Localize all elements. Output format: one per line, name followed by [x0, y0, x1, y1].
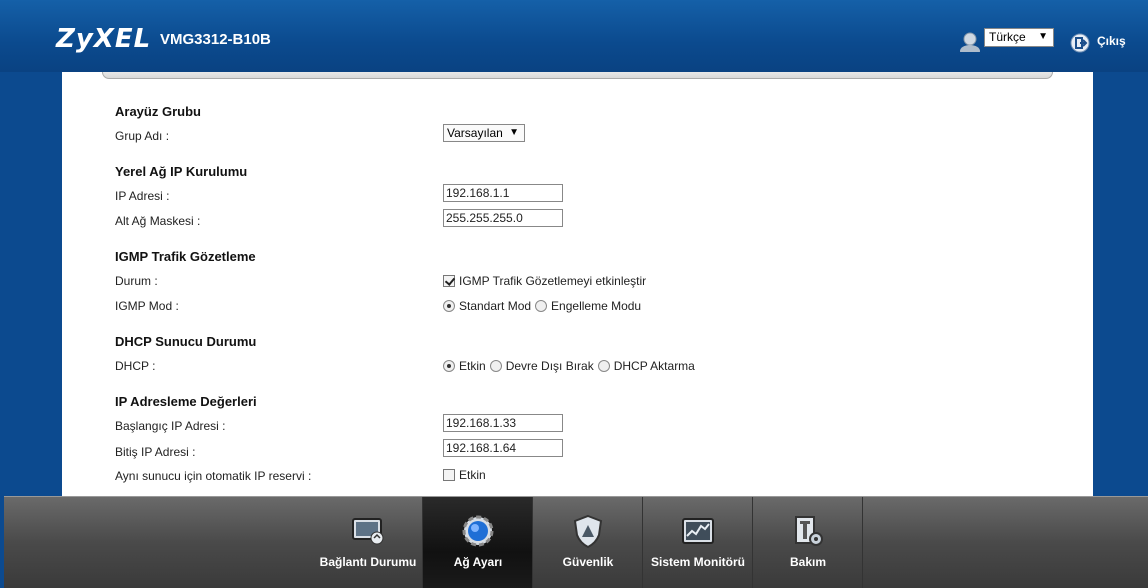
- brand-logo: ZyXEL: [56, 24, 152, 54]
- start-ip-label: Başlangıç IP Adresi :: [115, 419, 226, 433]
- dhcp-relay-radio[interactable]: [597, 360, 610, 372]
- igmp-mode-blocking-label: Engelleme Modu: [551, 299, 642, 313]
- system-monitor-icon: [682, 518, 714, 544]
- section-title-dhcp: DHCP Sunucu Durumu: [115, 334, 257, 349]
- dhcp-disable-label: Devre Dışı Bırak: [505, 359, 594, 373]
- nav-item-maintenance[interactable]: Bakım: [753, 497, 863, 588]
- maintenance-tools-icon: [795, 516, 823, 546]
- user-icon: [960, 32, 980, 52]
- language-select-value: Türkçe: [989, 30, 1026, 44]
- ip-address-label: IP Adresi :: [115, 189, 170, 203]
- chevron-down-icon: ▼: [509, 127, 519, 138]
- nav-label-system-monitor: Sistem Monitörü: [650, 555, 745, 569]
- dhcp-relay-label: DHCP Aktarma: [613, 359, 695, 373]
- section-title-ip-addressing: IP Adresleme Değerleri: [115, 394, 257, 409]
- ip-address-input[interactable]: 192.168.1.1: [443, 184, 563, 202]
- igmp-enable-label: IGMP Trafik Gözetlemeyi etkinleştir: [459, 274, 647, 288]
- monitor-status-icon: [352, 518, 384, 545]
- bottom-nav: Bağlantı Durumu Ağ Ayarı Güvenlik Sistem…: [4, 496, 1148, 588]
- auto-reserve-row: Etkin: [443, 468, 490, 482]
- dhcp-label: DHCP :: [115, 359, 156, 373]
- dhcp-disable-radio[interactable]: [489, 360, 502, 372]
- nav-label-maintenance: Bakım: [789, 555, 827, 569]
- panel-top-edge: [102, 72, 1053, 79]
- group-name-select-value: Varsayılan: [447, 126, 503, 140]
- chevron-down-icon: ▼: [1038, 31, 1048, 42]
- nav-label-network-setting: Ağ Ayarı: [453, 555, 503, 569]
- section-title-lan-ip: Yerel Ağ IP Kurulumu: [115, 164, 248, 179]
- end-ip-input[interactable]: 192.168.1.64: [443, 439, 563, 457]
- section-title-igmp: IGMP Trafik Gözetleme: [115, 249, 256, 264]
- security-shield-icon: [573, 514, 603, 549]
- dhcp-options-row: Etkin Devre Dışı Bırak DHCP Aktarma: [443, 359, 699, 373]
- igmp-mode-row: Standart Mod Engelleme Modu: [443, 299, 645, 313]
- header-bar: ZyXEL VMG3312-B10B Türkçe ▼ Çıkış: [0, 0, 1148, 72]
- nav-item-network-setting[interactable]: Ağ Ayarı: [423, 497, 533, 588]
- igmp-mode-blocking-radio[interactable]: [535, 300, 548, 312]
- settings-panel: Arayüz Grubu Grup Adı : Varsayılan ▼ Yer…: [62, 72, 1093, 498]
- end-ip-label: Bitiş IP Adresi :: [115, 445, 196, 459]
- igmp-mode-standard-label: Standart Mod: [459, 299, 532, 313]
- dhcp-enable-radio[interactable]: [443, 360, 455, 372]
- group-name-label: Grup Adı :: [115, 129, 170, 143]
- start-ip-input[interactable]: 192.168.1.33: [443, 414, 563, 432]
- nav-label-security: Güvenlik: [562, 555, 614, 569]
- nav-label-connection-status: Bağlantı Durumu: [319, 555, 417, 569]
- igmp-enable-checkbox[interactable]: [443, 275, 455, 287]
- subnet-mask-input[interactable]: 255.255.255.0: [443, 209, 563, 227]
- network-gear-icon: [462, 515, 494, 547]
- igmp-mode-standard-radio[interactable]: [443, 300, 455, 312]
- auto-reserve-checkbox[interactable]: [443, 469, 455, 481]
- logout-link[interactable]: Çıkış: [1097, 34, 1126, 48]
- igmp-mode-label: IGMP Mod :: [115, 299, 179, 313]
- auto-reserve-checkbox-label: Etkin: [459, 468, 486, 482]
- auto-reserve-label: Aynı sunucu için otomatik IP reservi :: [115, 469, 312, 483]
- dhcp-enable-label: Etkin: [459, 359, 486, 373]
- igmp-status-label: Durum :: [115, 274, 158, 288]
- subnet-mask-label: Alt Ağ Maskesi :: [115, 214, 201, 228]
- igmp-enable-row: IGMP Trafik Gözetlemeyi etkinleştir: [443, 274, 650, 288]
- group-name-select[interactable]: Varsayılan ▼: [443, 124, 525, 142]
- nav-item-system-monitor[interactable]: Sistem Monitörü: [643, 497, 753, 588]
- model-name: VMG3312-B10B: [160, 31, 271, 48]
- nav-item-security[interactable]: Güvenlik: [533, 497, 643, 588]
- nav-item-connection-status[interactable]: Bağlantı Durumu: [313, 497, 423, 588]
- language-select[interactable]: Türkçe ▼: [984, 28, 1054, 47]
- logout-icon[interactable]: [1070, 33, 1090, 53]
- section-title-interface-group: Arayüz Grubu: [115, 104, 201, 119]
